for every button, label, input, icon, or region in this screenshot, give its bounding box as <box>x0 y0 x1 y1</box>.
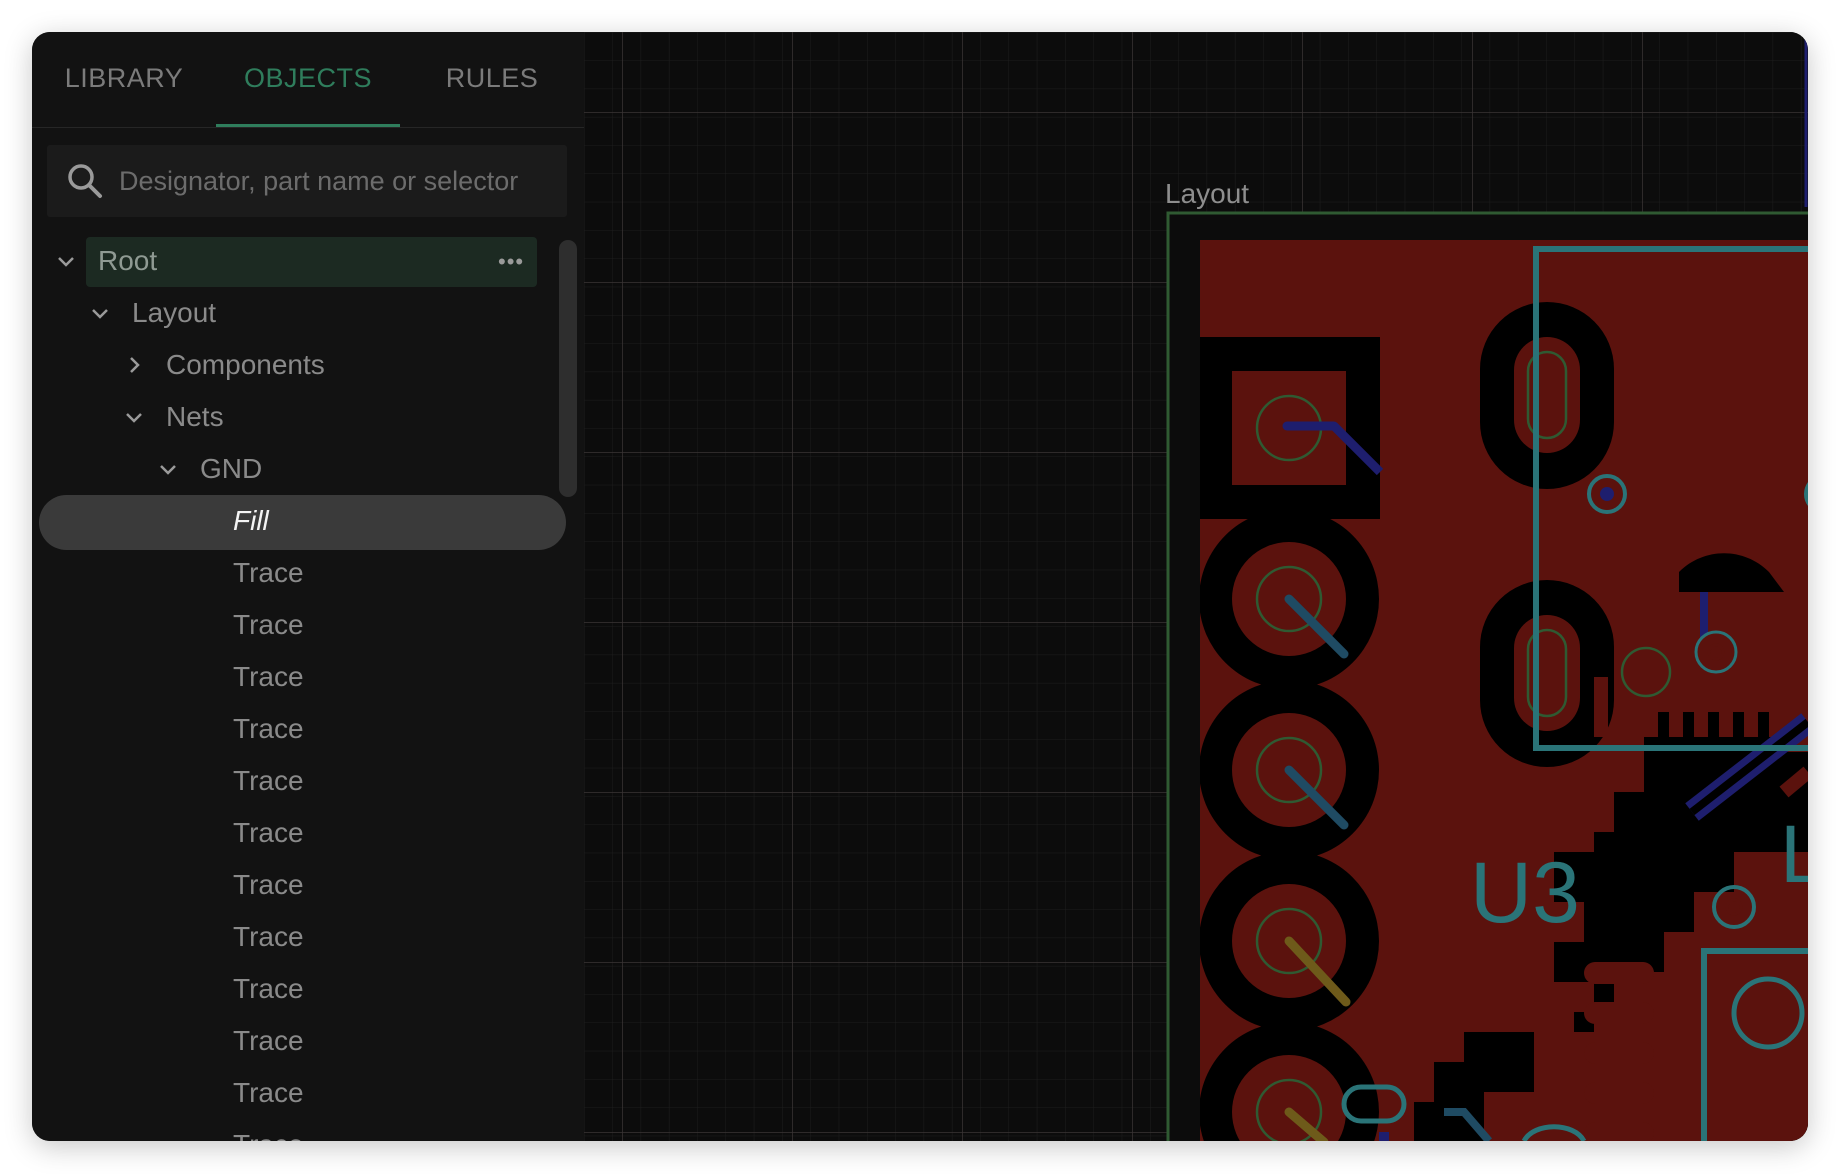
tree-item-nets[interactable]: Nets <box>32 391 572 443</box>
chevron-down-icon[interactable] <box>88 301 112 325</box>
tree-item-label: Layout <box>132 297 217 328</box>
tree-item-trace[interactable]: Trace <box>32 859 572 911</box>
tree-item-fill[interactable]: Fill <box>32 495 572 550</box>
designator-label: U3 <box>1470 845 1580 941</box>
app-window: LIBRARY OBJECTS RULES Root ••• <box>32 32 1808 1141</box>
more-horizontal-icon[interactable]: ••• <box>498 249 524 275</box>
tree-item-label: Nets <box>166 401 224 432</box>
tree-item-label: Trace <box>233 921 304 952</box>
search-icon <box>68 164 102 198</box>
tree-item-label: Trace <box>233 973 304 1004</box>
tree-item-label: Root <box>98 245 158 276</box>
tree-scrollbar[interactable] <box>559 240 577 497</box>
objects-sidebar: LIBRARY OBJECTS RULES Root ••• <box>32 32 584 1141</box>
tab-rules[interactable]: RULES <box>400 32 584 127</box>
pcb-canvas[interactable]: U3 L Layout <box>584 32 1808 1141</box>
tree-item-label: Trace <box>233 1129 304 1141</box>
tab-objects[interactable]: OBJECTS <box>216 32 400 127</box>
tree-item-trace[interactable]: Trace <box>32 755 572 807</box>
tree-item-label: Components <box>166 349 325 380</box>
tree-item-label: Trace <box>233 869 304 900</box>
tree-item-gnd[interactable]: GND <box>32 443 572 495</box>
tree-item-components[interactable]: Components <box>32 339 572 391</box>
layout-title: Layout <box>1165 178 1250 209</box>
tree-item-trace[interactable]: Trace <box>32 703 572 755</box>
chevron-right-icon[interactable] <box>122 353 146 377</box>
chevron-down-icon[interactable] <box>122 405 146 429</box>
tree-item-label: Trace <box>233 661 304 692</box>
tree-item-label: Trace <box>233 557 304 588</box>
tree-item-trace[interactable]: Trace <box>32 911 572 963</box>
search-box <box>47 145 567 217</box>
ground-fill[interactable] <box>1192 240 1808 1141</box>
designator-label-partial: L <box>1780 809 1808 900</box>
tab-library[interactable]: LIBRARY <box>32 32 216 127</box>
chevron-down-icon[interactable] <box>54 249 78 273</box>
tree-item-trace[interactable]: Trace <box>32 1067 572 1119</box>
tree-item-label: Trace <box>233 817 304 848</box>
search-input[interactable] <box>117 164 541 198</box>
chevron-down-icon[interactable] <box>156 457 180 481</box>
object-tree: Root ••• Layout Components Nets GND Fill… <box>32 235 572 1141</box>
tree-item-trace[interactable]: Trace <box>32 807 572 859</box>
tree-item-trace[interactable]: Trace <box>32 651 572 703</box>
tree-item-root[interactable]: Root ••• <box>32 235 572 287</box>
tree-item-trace[interactable]: Trace <box>32 1119 572 1141</box>
tree-item-trace[interactable]: Trace <box>32 599 572 651</box>
tree-item-trace[interactable]: Trace <box>32 547 572 599</box>
sidebar-tabs: LIBRARY OBJECTS RULES <box>32 32 584 128</box>
tree-item-label: Trace <box>233 1025 304 1056</box>
tree-item-label: Trace <box>233 1077 304 1108</box>
tree-item-label: Trace <box>233 765 304 796</box>
tree-item-label: Fill <box>233 505 269 536</box>
tree-item-layout[interactable]: Layout <box>32 287 572 339</box>
tree-item-label: GND <box>200 453 263 484</box>
selection-highlight <box>39 495 566 550</box>
tree-item-trace[interactable]: Trace <box>32 963 572 1015</box>
tree-item-trace[interactable]: Trace <box>32 1015 572 1067</box>
tree-item-label: Trace <box>233 609 304 640</box>
tree-item-label: Trace <box>233 713 304 744</box>
